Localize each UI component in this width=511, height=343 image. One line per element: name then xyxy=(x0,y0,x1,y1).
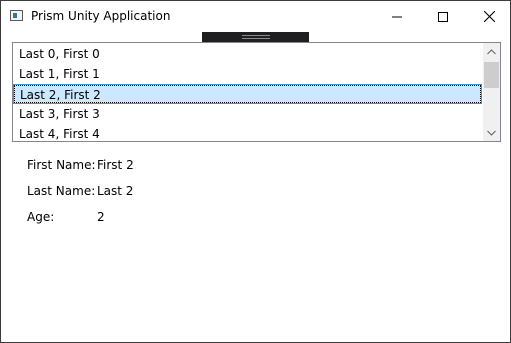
first-name-label: First Name: xyxy=(27,158,96,172)
last-name-label: Last Name: xyxy=(27,184,96,198)
vertical-scrollbar[interactable] xyxy=(483,43,500,141)
grip-line xyxy=(242,35,270,36)
minimize-button[interactable] xyxy=(374,1,420,32)
scroll-down-button[interactable] xyxy=(483,124,500,141)
title-bar[interactable]: Prism Unity Application xyxy=(1,1,510,32)
list-item[interactable]: Last 0, First 0 xyxy=(13,44,482,64)
minimize-icon xyxy=(392,16,402,17)
people-listbox[interactable]: Last 0, First 0 Last 1, First 1 Last 2, … xyxy=(12,42,501,142)
list-item[interactable]: Last 1, First 1 xyxy=(13,64,482,84)
last-name-value: Last 2 xyxy=(97,184,134,198)
app-window: Prism Unity Application Last 0, First 0 … xyxy=(0,0,511,343)
scroll-up-button[interactable] xyxy=(483,43,500,60)
list-item[interactable]: Last 4, First 4 xyxy=(13,124,482,141)
list-item[interactable]: Last 3, First 3 xyxy=(13,104,482,124)
region-splitter-handle[interactable] xyxy=(202,32,309,42)
chevron-up-icon xyxy=(487,48,496,54)
maximize-button[interactable] xyxy=(420,1,466,32)
close-icon xyxy=(483,11,495,22)
window-title: Prism Unity Application xyxy=(31,9,171,23)
app-window-icon xyxy=(10,10,23,21)
age-label: Age: xyxy=(27,210,55,224)
age-value: 2 xyxy=(97,210,105,224)
close-button[interactable] xyxy=(466,1,511,32)
maximize-icon xyxy=(438,11,448,22)
grip-line xyxy=(242,38,270,39)
first-name-value: First 2 xyxy=(97,158,134,172)
list-item-selected[interactable]: Last 2, First 2 xyxy=(13,84,482,104)
chevron-down-icon xyxy=(487,130,496,136)
scroll-thumb[interactable] xyxy=(484,62,499,88)
